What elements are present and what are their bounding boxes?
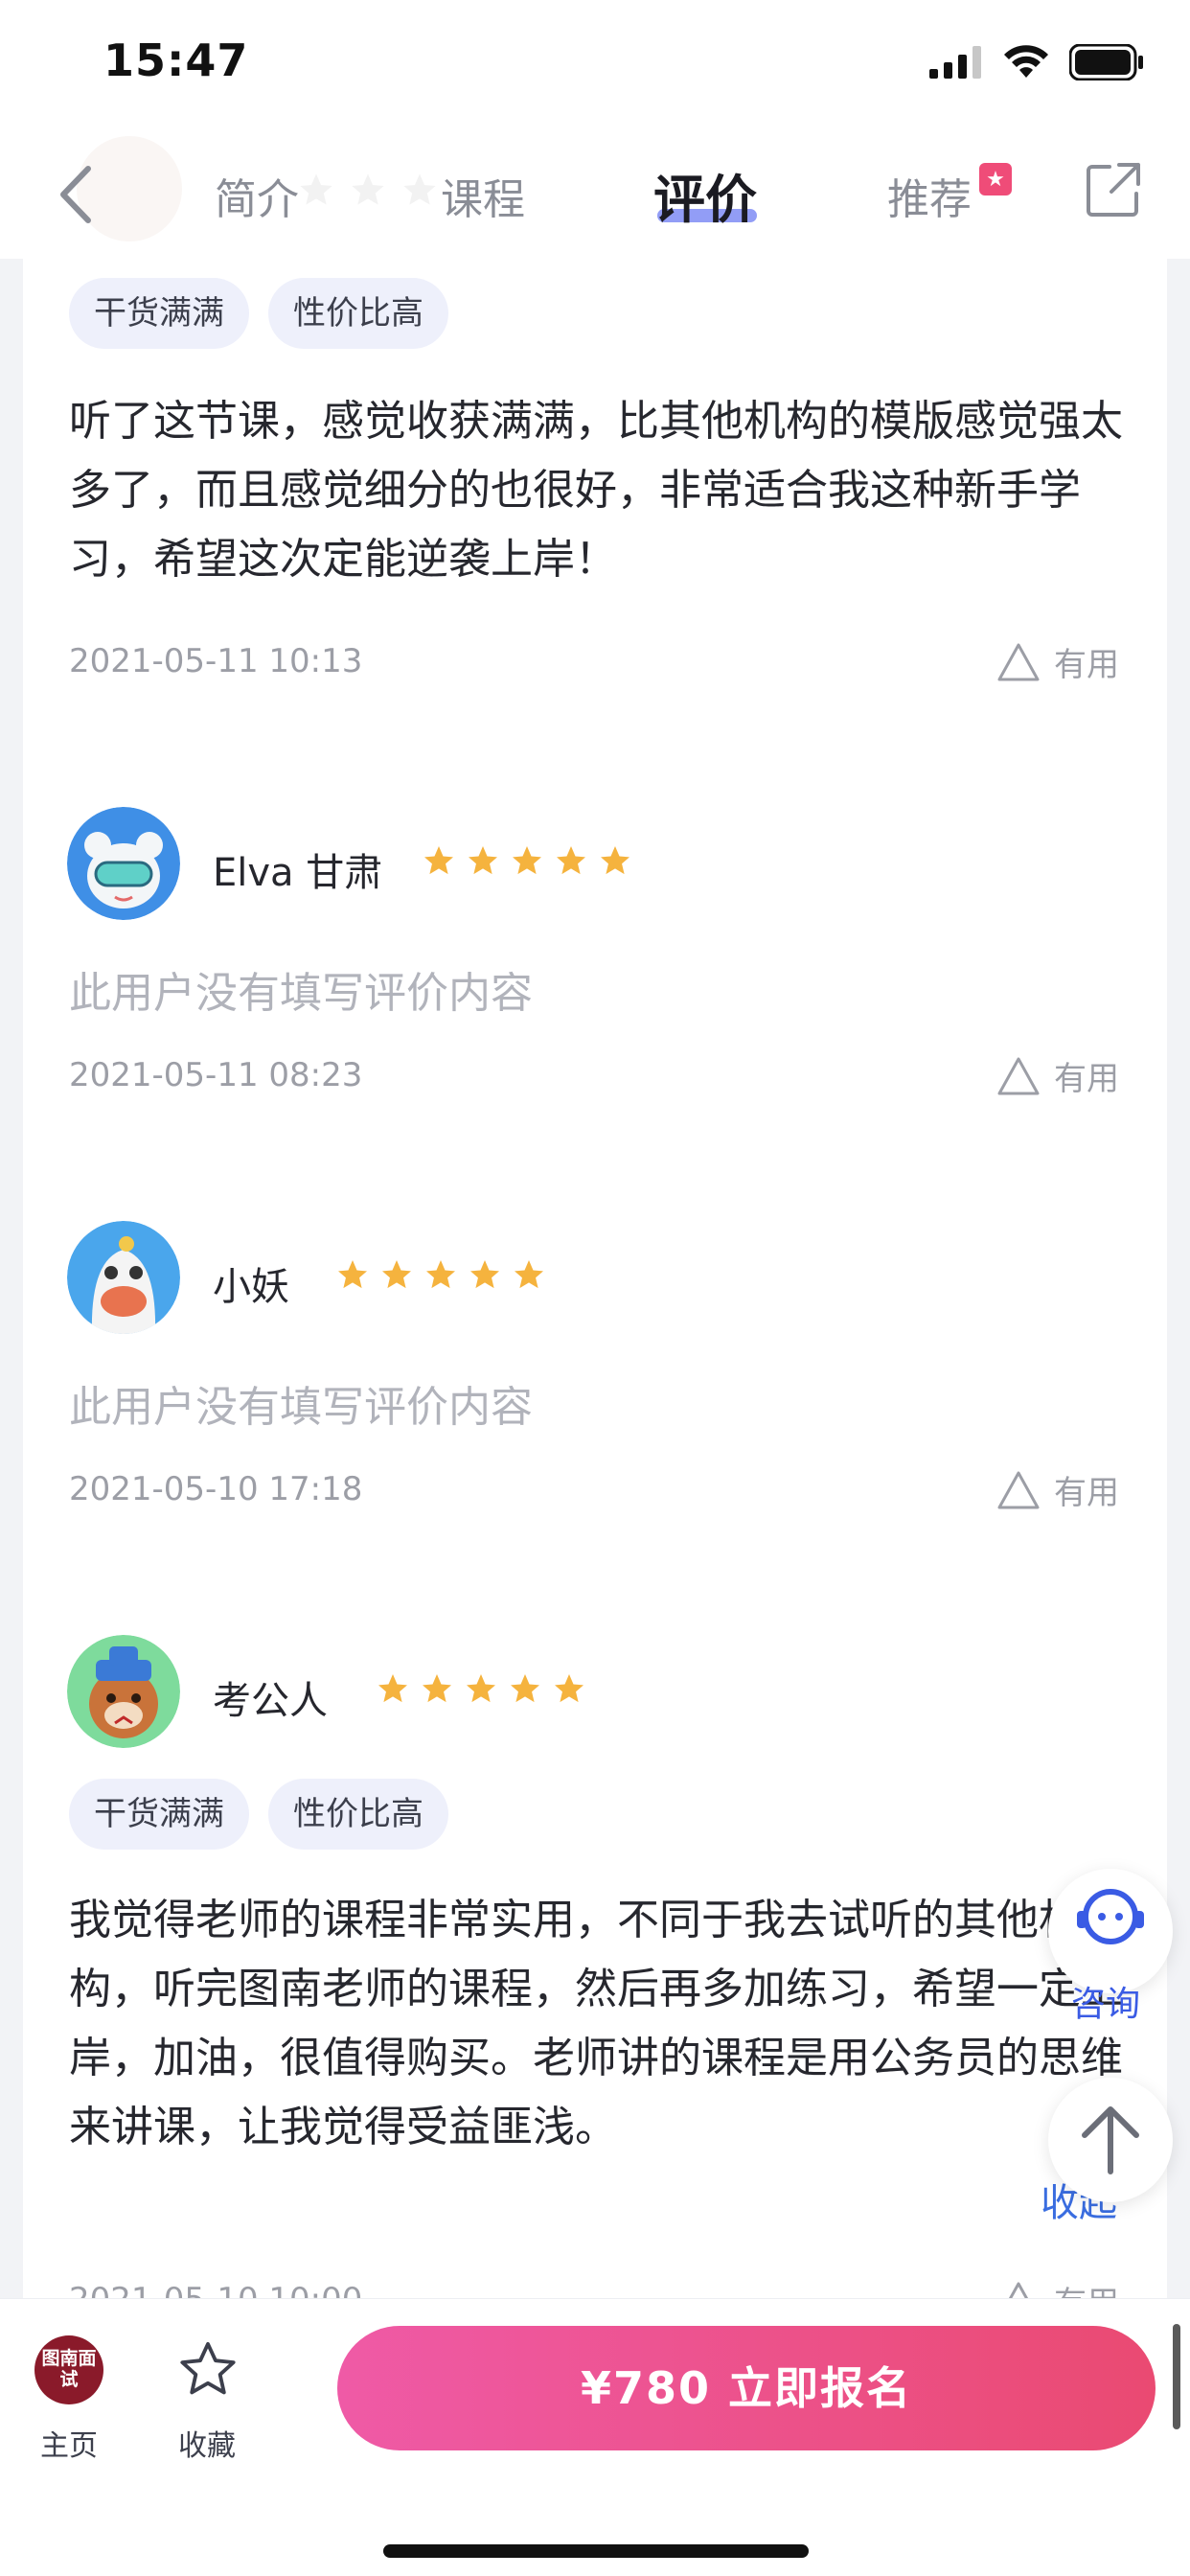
star-icon [469,846,497,875]
signal-icon [929,46,981,79]
arrow-up-icon [1082,2106,1139,2174]
brand-logo[interactable]: 图南面试 [34,2335,103,2404]
status-bar: 15:47 [0,0,1190,125]
useful-button[interactable]: 有用 [996,2277,1119,2298]
rating-stars [422,843,632,878]
useful-label: 有用 [1054,646,1119,684]
star-icon [470,1260,499,1289]
star-icon [601,846,629,875]
tab-intro[interactable]: 简介 [215,165,299,226]
star-icon [557,846,585,875]
useful-label: 有用 [1054,2277,1119,2298]
home-label[interactable]: 主页 [40,2422,98,2464]
review-tags: 干货满满 性价比高 [69,1779,468,1850]
review-content: 听了这节课，感觉收获满满，比其他机构的模版感觉强太多了，而且感觉细分的也很好，非… [69,397,1123,584]
scrollbar[interactable] [1173,2324,1180,2429]
useful-icon [997,643,1040,680]
share-icon[interactable] [1085,161,1142,218]
review-tag: 干货满满 [69,278,249,349]
useful-icon [997,1057,1040,1094]
consult-label: 咨询 [1071,1985,1141,2024]
star-icon [426,1260,455,1289]
star-icon [382,1260,411,1289]
star-icon [513,846,541,875]
favorite-label[interactable]: 收藏 [178,2422,236,2464]
review-tag: 性价比高 [268,1779,448,1850]
review-tags: 干货满满 性价比高 [69,278,468,349]
useful-button[interactable]: 有用 [996,1466,1119,1513]
tab-course[interactable]: 课程 [441,165,525,226]
useful-label: 有用 [1054,1474,1119,1512]
review-date: 2021-05-10 17:18 [69,1470,363,1508]
tab-reviews[interactable]: 评价 [653,157,757,233]
useful-icon [997,1471,1040,1508]
review-username: 考公人 [213,1679,328,1723]
star-icon [515,1260,543,1289]
customer-service-icon [1077,1889,1144,1944]
back-to-top-button[interactable] [1048,2078,1173,2202]
review-tag: 干货满满 [69,1779,249,1850]
review-username: 小妖 [213,1265,289,1309]
star-outline-icon[interactable] [176,2337,240,2401]
review-username: Elva 甘肃 [213,851,383,895]
status-icons [929,44,1144,80]
ghost-stars [297,171,439,209]
rating-stars [376,1671,586,1706]
star-icon [424,846,453,875]
consult-button[interactable] [1048,1869,1173,1993]
avatar [67,1635,180,1748]
empty-review-text: 此用户没有填写评价内容 [69,969,533,1018]
star-icon [423,1674,451,1703]
review-date: 2021-05-10 10:00 [69,2281,362,2298]
home-indicator [383,2544,809,2558]
enroll-button[interactable]: ¥780 立即报名 [337,2326,1156,2450]
avatar [67,807,180,920]
useful-button[interactable]: 有用 [996,1052,1119,1099]
battery-icon [1069,44,1143,80]
star-icon [555,1674,584,1703]
avatar [67,1221,180,1334]
review-list: 干货满满 性价比高 听了这节课，感觉收获满满，比其他机构的模版感觉强太多了，而且感… [23,259,1167,2298]
star-icon [338,1260,367,1289]
top-nav: 简介 课程 评价 推荐 ★ [0,125,1190,259]
review-content: 我觉得老师的课程非常实用，不同于我去试听的其他机构，听完图南老师的课程，然后再多… [69,1896,1123,2151]
star-badge-icon: ★ [979,163,1012,196]
empty-review-text: 此用户没有填写评价内容 [69,1383,533,1432]
star-icon [511,1674,539,1703]
rating-stars [335,1257,546,1292]
review-date: 2021-05-11 08:23 [69,1056,363,1094]
bottom-bar: 图南面试 主页 收藏 ¥780 立即报名 [0,2298,1190,2576]
status-time: 15:47 [103,34,249,86]
star-icon [467,1674,495,1703]
useful-label: 有用 [1054,1060,1119,1098]
tab-recommend[interactable]: 推荐 [887,165,972,226]
review-tag: 性价比高 [268,278,448,349]
useful-icon [1008,2282,1029,2298]
useful-button[interactable]: 有用 [996,638,1119,685]
review-date: 2021-05-11 10:13 [69,642,363,680]
star-icon [378,1674,407,1703]
chevron-left-icon[interactable] [50,161,107,228]
wifi-icon [1004,45,1048,78]
